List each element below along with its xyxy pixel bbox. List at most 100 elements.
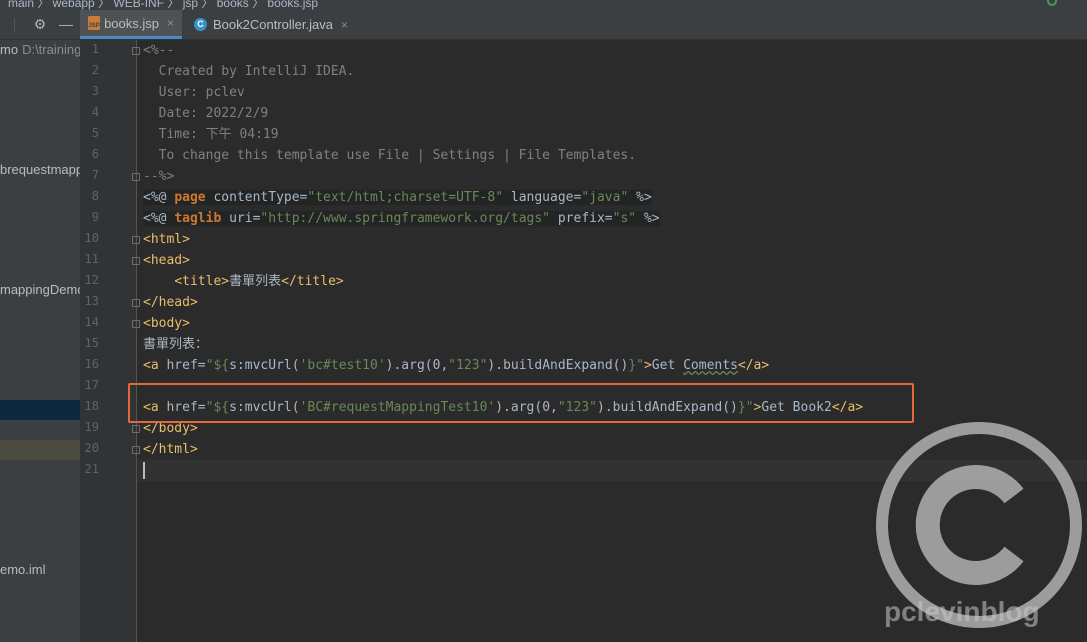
code-line[interactable]: </html> — [143, 439, 198, 460]
close-icon[interactable]: × — [167, 16, 174, 30]
code-token: %> — [636, 211, 660, 226]
project-panel: ⚙ — mo D:\training brequestmapp mappingDe… — [0, 10, 80, 642]
line-number: 15 — [84, 336, 99, 350]
tree-item-project[interactable]: mo D:\training — [0, 42, 80, 57]
code-token: <%@ — [143, 190, 175, 205]
code-token: "text/html;charset=UTF-8" — [307, 190, 504, 205]
code-line[interactable]: <html> — [143, 229, 190, 250]
project-panel-toolbar: ⚙ — — [0, 10, 80, 40]
code-token: "s" — [612, 211, 637, 226]
line-number: 10 — [84, 231, 99, 245]
breadcrumb[interactable]: main 〉 webapp 〉 WEB-INF 〉 jsp 〉 books 〉 … — [8, 0, 318, 10]
line-number: 7 — [91, 168, 99, 182]
code-line[interactable]: <%-- — [143, 40, 174, 61]
tree-item-iml-file[interactable]: emo.iml — [0, 562, 46, 577]
toolbar-divider — [14, 18, 15, 32]
code-token: </title> — [281, 274, 344, 289]
code-token: s:mvcUrl( — [229, 358, 300, 373]
code-token: }" — [628, 358, 644, 373]
code-token: "${ — [205, 358, 230, 373]
code-token: To change this template use File | Setti… — [143, 148, 637, 163]
code-token: page — [174, 190, 206, 205]
watermark-text: pclevinblog — [884, 596, 1040, 627]
code-token: </a> — [737, 358, 770, 373]
code-token: Created by IntelliJ IDEA. — [143, 64, 355, 79]
code-token: <a — [143, 358, 167, 373]
line-number: 11 — [84, 252, 99, 266]
line-number: 16 — [84, 357, 99, 371]
tree-item-label: emo.iml — [0, 562, 46, 577]
code-token: uri= — [221, 211, 261, 226]
code-token: Get — [651, 358, 684, 373]
code-line[interactable]: Created by IntelliJ IDEA. — [143, 61, 355, 82]
java-class-icon: C — [194, 18, 207, 31]
tab-label: Book2Controller.java — [213, 17, 333, 32]
tab-books-jsp[interactable]: JSP books.jsp × — [80, 10, 182, 39]
line-number-gutter[interactable]: 1 2 3 4 5 6 7 8 9 10 11 12 13 14 15 16 17 18 19 20 21 — [80, 40, 140, 642]
tree-item-label: mappingDemo — [0, 282, 80, 297]
minimize-icon[interactable]: — — [58, 16, 74, 32]
code-line[interactable]: <title>書單列表</title> — [143, 271, 344, 292]
code-token: "http://www.springframework.org/tags" — [260, 211, 551, 226]
tree-item-label: mo — [0, 42, 19, 57]
code-token: Date: 2022/2/9 — [143, 106, 269, 121]
code-token: Coments — [683, 358, 738, 373]
jsp-file-icon: JSP — [88, 16, 101, 30]
tree-item-path: D:\training — [22, 42, 80, 57]
code-line[interactable]: </head> — [143, 292, 198, 313]
code-token: 書單列表： — [143, 337, 209, 352]
code-token: taglib — [174, 211, 222, 226]
line-number: 18 — [84, 399, 99, 413]
code-line[interactable]: To change this template use File | Setti… — [143, 145, 636, 166]
tree-selected-row[interactable] — [0, 400, 80, 420]
navigation-bar: main 〉 webapp 〉 WEB-INF 〉 jsp 〉 books 〉 … — [0, 0, 1087, 10]
tab-book2controller-java[interactable]: C Book2Controller.java × — [186, 10, 358, 39]
line-number: 5 — [91, 126, 99, 140]
code-token: href= — [166, 358, 206, 373]
close-icon[interactable]: × — [341, 18, 348, 32]
tree-item-module[interactable]: mappingDemo — [0, 282, 80, 297]
code-token: Time: 下午 04:19 — [143, 127, 279, 142]
code-line[interactable]: 書單列表： — [143, 334, 208, 355]
code-line[interactable]: <a href="${s:mvcUrl('bc#test10').arg(0,"… — [143, 355, 769, 376]
code-line[interactable]: <body> — [143, 313, 190, 334]
code-token: %> — [628, 190, 652, 205]
code-token: 書單列表 — [229, 274, 282, 289]
code-line[interactable]: Time: 下午 04:19 — [143, 124, 279, 145]
code-line[interactable]: <%@ taglib uri="http://www.springframewo… — [143, 208, 660, 229]
run-status-icon[interactable] — [1047, 0, 1057, 6]
code-token: "java" — [581, 190, 629, 205]
line-number: 13 — [84, 294, 99, 308]
code-line[interactable]: Date: 2022/2/9 — [143, 103, 269, 124]
line-number: 21 — [84, 462, 99, 476]
editor-tab-bar: JSP books.jsp × C Book2Controller.java × — [80, 10, 1087, 40]
code-token: User: pclev — [143, 85, 245, 100]
line-number: 14 — [84, 315, 99, 329]
code-token: <head> — [143, 253, 190, 268]
gear-icon[interactable]: ⚙ — [32, 16, 48, 32]
line-number: 6 — [91, 147, 99, 161]
code-token: 'bc#test10' — [299, 358, 386, 373]
code-token: --%> — [143, 169, 175, 184]
tree-highlighted-row[interactable] — [0, 440, 80, 460]
code-token: contentType= — [205, 190, 308, 205]
code-token: <%-- — [143, 43, 175, 58]
line-number: 1 — [91, 42, 99, 56]
code-token: <title> — [174, 274, 230, 289]
highlight-annotation-box — [128, 383, 914, 423]
code-line[interactable]: <%@ page contentType="text/html;charset=… — [143, 187, 652, 208]
code-line[interactable]: --%> — [143, 166, 174, 187]
line-number: 2 — [91, 63, 99, 77]
code-token: <body> — [143, 316, 190, 331]
code-token: </html> — [143, 442, 198, 457]
code-token: ).arg(0, — [385, 358, 449, 373]
code-token: <%@ — [143, 211, 175, 226]
line-number: 3 — [91, 84, 99, 98]
line-number: 8 — [91, 189, 99, 203]
tree-item-module[interactable]: brequestmapp — [0, 162, 80, 177]
code-line[interactable]: <head> — [143, 250, 190, 271]
line-number: 9 — [91, 210, 99, 224]
code-line[interactable]: User: pclev — [143, 82, 245, 103]
code-token: "123" — [448, 358, 488, 373]
